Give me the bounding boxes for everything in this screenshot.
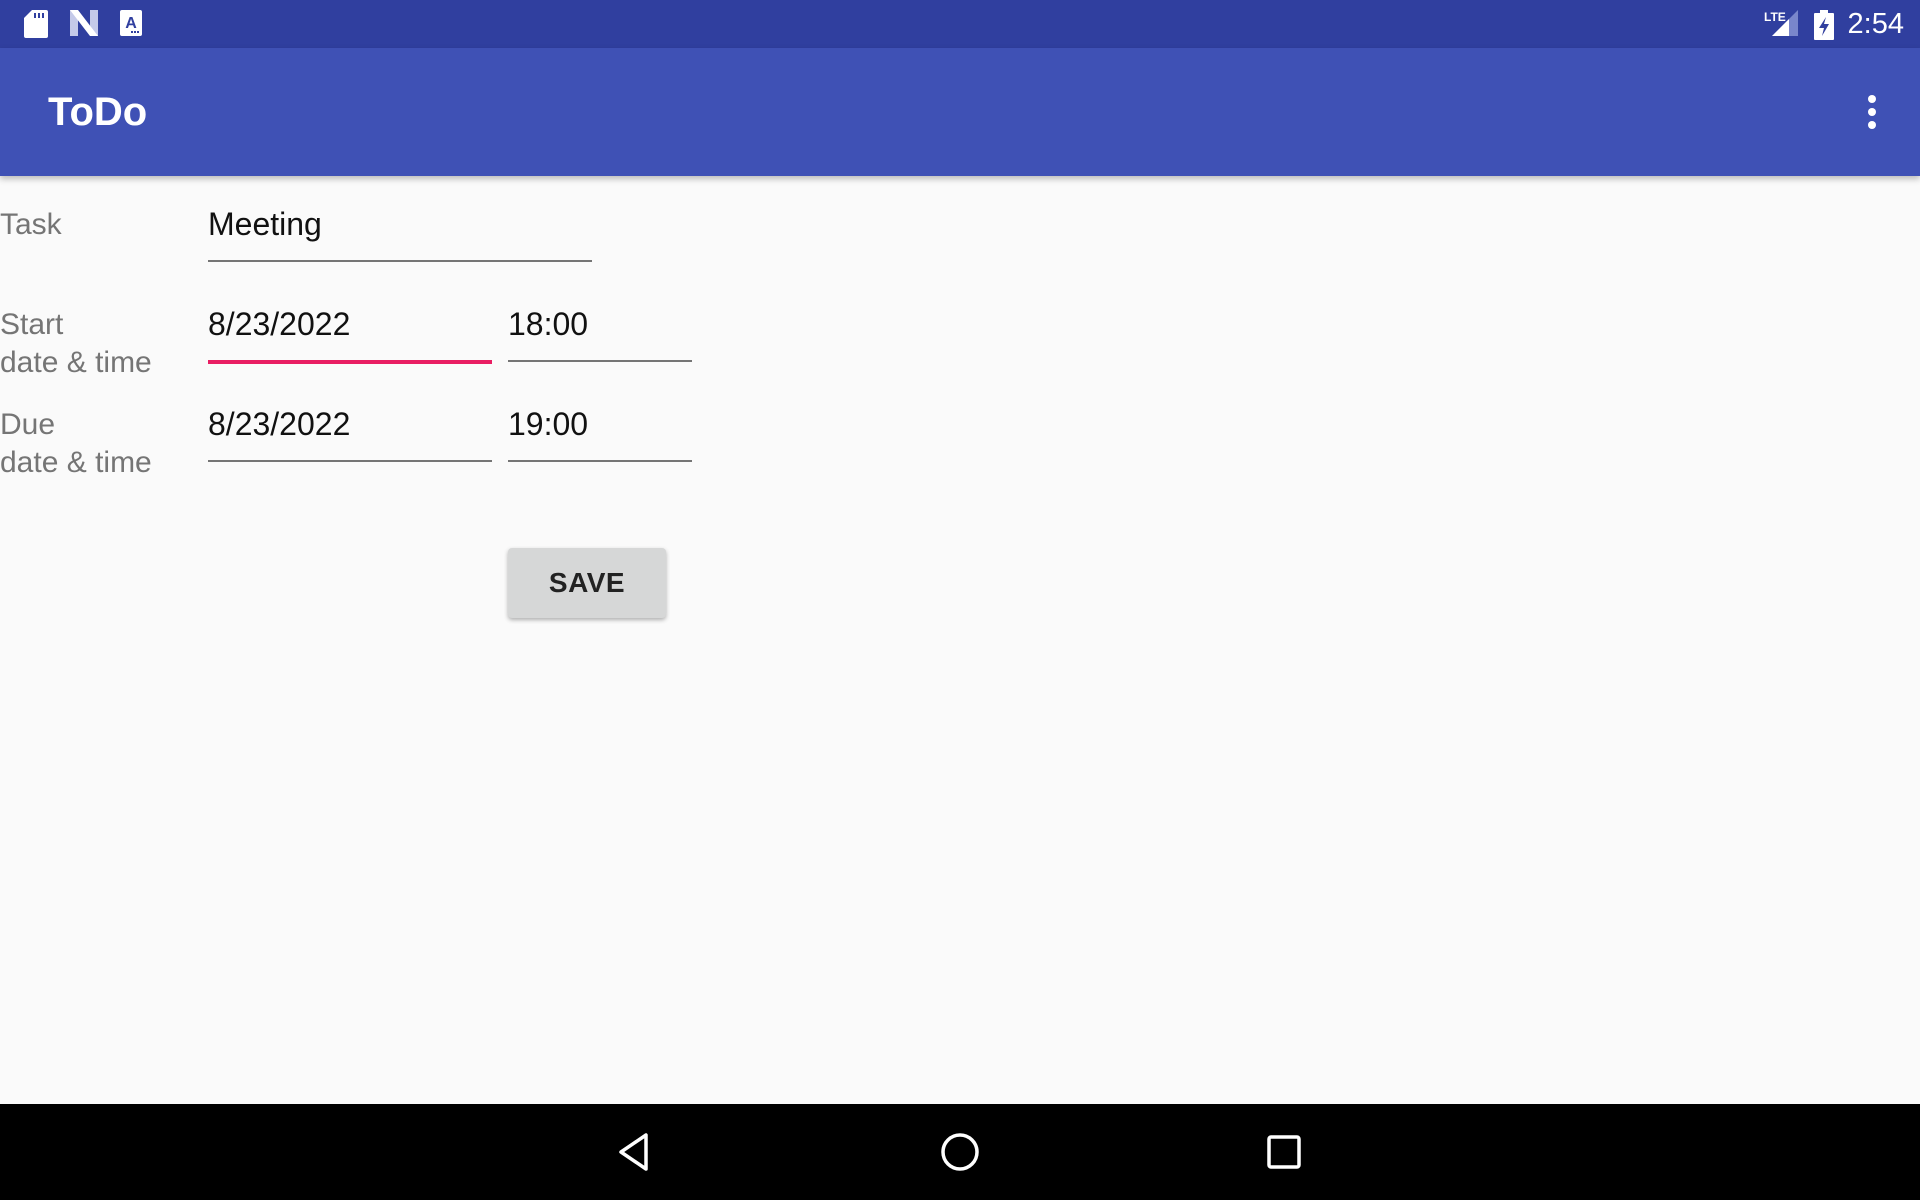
start-date-input[interactable] — [208, 300, 492, 348]
due-label-line1: Due — [0, 408, 56, 441]
start-time-field[interactable] — [508, 300, 692, 362]
save-button[interactable]: SAVE — [508, 548, 666, 618]
start-date-field[interactable] — [208, 300, 492, 364]
svg-text:A: A — [125, 15, 137, 32]
due-date-input[interactable] — [208, 400, 492, 448]
more-vert-icon[interactable] — [1852, 88, 1892, 136]
a-keyboard-icon: A — [120, 10, 142, 36]
n-app-icon — [70, 10, 98, 36]
navigation-bar — [0, 1104, 1920, 1200]
start-time-input[interactable] — [508, 300, 692, 348]
due-time-input[interactable] — [508, 400, 692, 448]
clock: 2:54 — [1847, 8, 1904, 40]
task-label: Task — [0, 208, 62, 241]
start-label: Start date & time — [0, 306, 152, 382]
due-label: Due date & time — [0, 406, 152, 482]
due-label-line2: date & time — [0, 446, 152, 479]
status-bar: A LTE 2:54 — [0, 0, 1920, 48]
back-icon[interactable] — [612, 1128, 660, 1176]
start-label-line1: Start — [0, 308, 64, 341]
sd-card-icon — [24, 10, 48, 38]
start-label-line2: date & time — [0, 346, 152, 379]
recents-icon[interactable] — [1260, 1128, 1308, 1176]
cell-signal-icon — [1772, 10, 1798, 36]
due-date-field[interactable] — [208, 400, 492, 462]
task-field[interactable] — [208, 200, 592, 262]
app-title: ToDo — [48, 90, 148, 134]
task-input[interactable] — [208, 200, 592, 248]
battery-charging-icon — [1814, 10, 1834, 40]
home-icon[interactable] — [936, 1128, 984, 1176]
due-time-field[interactable] — [508, 400, 692, 462]
app-bar: ToDo — [0, 48, 1920, 176]
